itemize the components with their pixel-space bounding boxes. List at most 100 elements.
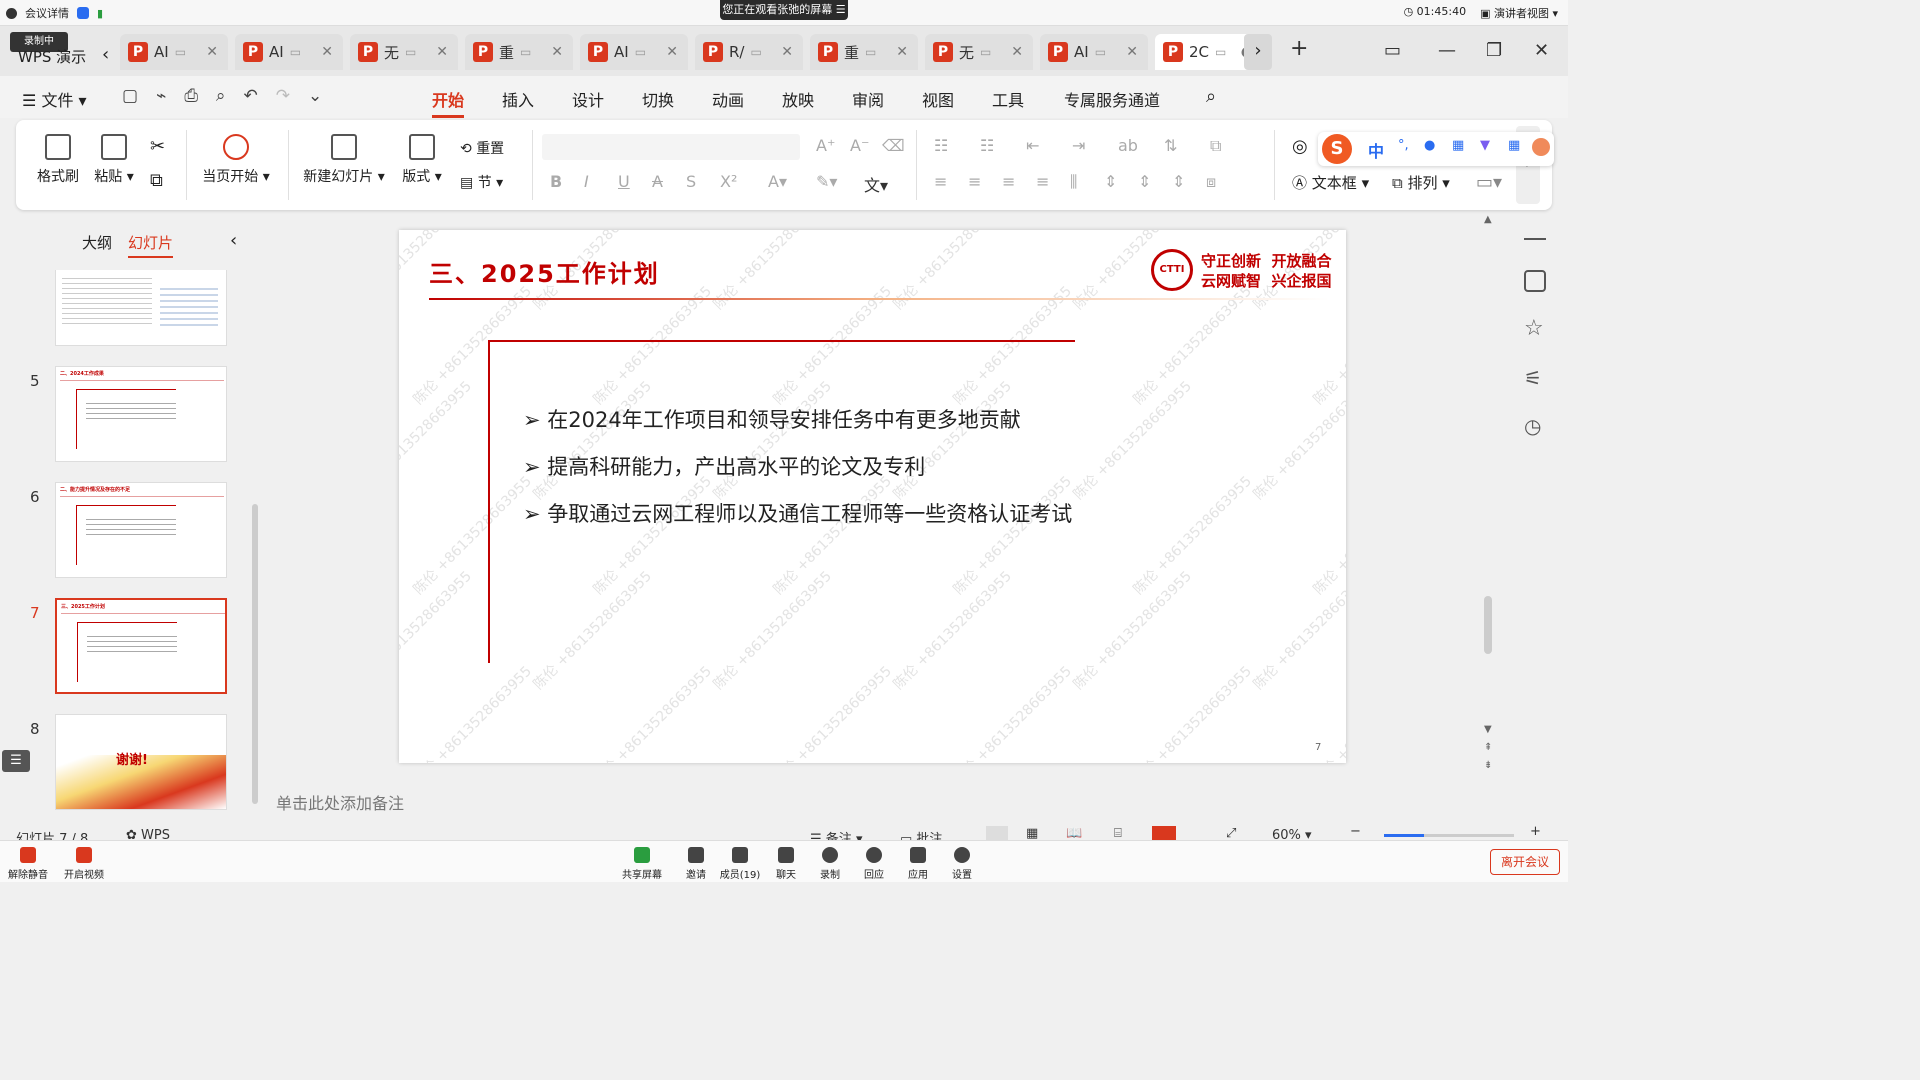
- ime-mode[interactable]: 中: [1368, 138, 1384, 162]
- arrange-button[interactable]: ⧉ 排列 ▾: [1392, 172, 1472, 193]
- close-tab-icon[interactable]: ✕: [781, 44, 793, 60]
- undo-icon[interactable]: ↶: [243, 86, 257, 106]
- indent-increase-icon[interactable]: ⇥: [1072, 136, 1085, 155]
- leave-meeting-button[interactable]: 离开会议: [1490, 849, 1560, 875]
- close-tab-icon[interactable]: ✕: [551, 44, 563, 60]
- copy-icon[interactable]: ⧉: [150, 170, 163, 191]
- ime-logo-icon[interactable]: S: [1322, 134, 1352, 164]
- doc-tab[interactable]: P R/ ▭ ✕: [695, 34, 803, 70]
- prev-slide-icon[interactable]: ⇞: [1484, 742, 1492, 753]
- menu-tab[interactable]: 审阅: [852, 87, 884, 111]
- slide-canvas[interactable]: 陈伦 +8613528663955 陈伦 +8613528663955 陈伦 +86…: [399, 230, 1346, 763]
- normal-view-icon[interactable]: [986, 826, 1008, 840]
- collapse-panel-icon[interactable]: ‹: [230, 230, 237, 251]
- more-chevron-icon[interactable]: ⌄: [308, 86, 322, 106]
- search-icon[interactable]: ⌕: [1206, 86, 1216, 107]
- history-icon[interactable]: ◷: [1524, 414, 1541, 438]
- shadow-icon[interactable]: S: [686, 172, 696, 191]
- bullet-list[interactable]: ➢ 在2024年工作项目和领导安排任务中有更多地贡献 ➢ 提高科研能力，产出高水…: [523, 404, 1072, 545]
- zoom-level[interactable]: 60% ▾: [1272, 828, 1312, 840]
- star-icon[interactable]: ☆: [1524, 316, 1544, 341]
- window-layout-icon[interactable]: ▭: [1384, 40, 1401, 61]
- file-menu[interactable]: ☰ 文件 ▾: [22, 87, 87, 111]
- close-tab-icon[interactable]: ✕: [1126, 44, 1138, 60]
- slideshow-button[interactable]: [1152, 826, 1176, 840]
- unmute-button[interactable]: 解除静音: [6, 847, 50, 881]
- section-button[interactable]: ▤ 节 ▾: [460, 172, 520, 192]
- comments-toggle[interactable]: ▭ 批注: [900, 828, 942, 840]
- start-video-button[interactable]: 开启视频: [62, 847, 106, 881]
- cut-icon[interactable]: ✂: [150, 136, 165, 157]
- doc-tab[interactable]: P AI ▭ ✕: [580, 34, 688, 70]
- menu-tab[interactable]: 插入: [502, 87, 534, 111]
- minimize-button[interactable]: —: [1438, 40, 1456, 61]
- para-spacing-icon[interactable]: ⇕: [1138, 172, 1151, 191]
- shape-icon[interactable]: ◎: [1292, 136, 1308, 157]
- outline-toggle-icon[interactable]: ☰: [2, 750, 30, 772]
- highlight-icon[interactable]: ✎▾: [816, 172, 837, 191]
- menu-tab[interactable]: 切换: [642, 87, 674, 111]
- wps-badge[interactable]: ✿ WPS: [126, 828, 170, 840]
- italic-icon[interactable]: I: [584, 172, 589, 191]
- print-preview-icon[interactable]: ⌕: [216, 86, 226, 106]
- close-tab-icon[interactable]: ✕: [666, 44, 678, 60]
- react-button[interactable]: 回应: [852, 847, 896, 881]
- strikethrough-icon[interactable]: A: [652, 172, 663, 191]
- presenter-view-button[interactable]: ▣ 演讲者视图 ▾: [1480, 5, 1558, 21]
- numbering-icon[interactable]: ☷: [980, 136, 994, 155]
- close-tab-icon[interactable]: ✕: [896, 44, 908, 60]
- meeting-details-link[interactable]: 会议详情: [25, 5, 69, 21]
- doc-tab[interactable]: P 无 ▭ ✕: [925, 34, 1033, 70]
- distribute-icon[interactable]: ⫼: [1070, 172, 1077, 192]
- share-screen-button[interactable]: 共享屏幕: [620, 847, 664, 881]
- text-direction-icon[interactable]: ab: [1118, 136, 1138, 155]
- columns-icon[interactable]: ⧈: [1206, 172, 1216, 192]
- sharing-banner[interactable]: 您正在观看张弛的屏幕 ☰: [720, 0, 848, 20]
- sorter-view-icon[interactable]: ▦: [1026, 826, 1038, 840]
- smartart-icon[interactable]: ⧉: [1210, 136, 1221, 156]
- font-color-icon[interactable]: A▾: [768, 172, 787, 191]
- close-tab-icon[interactable]: ✕: [206, 44, 218, 60]
- microphone-icon[interactable]: ●: [1424, 138, 1435, 153]
- tab-outline[interactable]: 大纲: [82, 232, 112, 253]
- justify-icon[interactable]: ≡: [1036, 172, 1049, 191]
- doc-tab[interactable]: P 重 ▭ ✕: [810, 34, 918, 70]
- doc-tab[interactable]: P AI ▭ ✕: [1040, 34, 1148, 70]
- menu-tab[interactable]: 设计: [572, 87, 604, 111]
- tab-scroll-left[interactable]: ‹: [102, 44, 109, 65]
- close-tab-icon[interactable]: ✕: [436, 44, 448, 60]
- avatar-icon[interactable]: [1532, 138, 1550, 156]
- notes-toggle[interactable]: ☰ 备注 ▾: [810, 828, 862, 840]
- paste-button[interactable]: 粘贴 ▾: [92, 134, 136, 186]
- sort-icon[interactable]: ⇅: [1164, 136, 1177, 155]
- keyboard-icon[interactable]: ▦: [1452, 138, 1464, 153]
- presenter-tool-icon[interactable]: ⌸: [1114, 826, 1122, 840]
- doc-tab[interactable]: P AI ▭ ✕: [120, 34, 228, 70]
- next-slide-icon[interactable]: ⇟: [1484, 760, 1492, 771]
- slide-thumbnail-5[interactable]: 二、2024工作成果: [55, 366, 227, 462]
- indent-decrease-icon[interactable]: ⇤: [1026, 136, 1039, 155]
- save-icon[interactable]: ▢: [122, 86, 138, 106]
- doc-tab[interactable]: P 重 ▭ ✕: [465, 34, 573, 70]
- phonetic-icon[interactable]: 文▾: [864, 172, 888, 196]
- skin-icon[interactable]: ▼: [1480, 138, 1490, 153]
- record-button[interactable]: 录制: [808, 847, 852, 881]
- reset-button[interactable]: ⟲ 重置: [460, 138, 520, 158]
- textbox-button[interactable]: Ⓐ 文本框 ▾: [1292, 172, 1382, 193]
- align-center-icon[interactable]: ≡: [968, 172, 981, 191]
- chat-button[interactable]: 聊天: [764, 847, 808, 881]
- align-left-icon[interactable]: ≡: [934, 172, 947, 191]
- slide-switch-icon[interactable]: [1524, 270, 1546, 292]
- font-grow-icon[interactable]: A⁺: [816, 136, 835, 155]
- menu-tab[interactable]: 专属服务通道: [1064, 87, 1160, 111]
- members-button[interactable]: 成员(19): [718, 847, 762, 881]
- menu-tab[interactable]: 动画: [712, 87, 744, 111]
- play-current-button[interactable]: 当页开始 ▾: [198, 134, 274, 186]
- bullets-icon[interactable]: ☷: [934, 136, 948, 155]
- editor-scrollbar[interactable]: [1484, 596, 1492, 654]
- font-name-select[interactable]: [542, 134, 800, 160]
- align-right-icon[interactable]: ≡: [1002, 172, 1015, 191]
- link-icon[interactable]: ⌁: [156, 86, 166, 106]
- doc-tab[interactable]: P AI ▭ ✕: [235, 34, 343, 70]
- menu-tab[interactable]: 视图: [922, 87, 954, 111]
